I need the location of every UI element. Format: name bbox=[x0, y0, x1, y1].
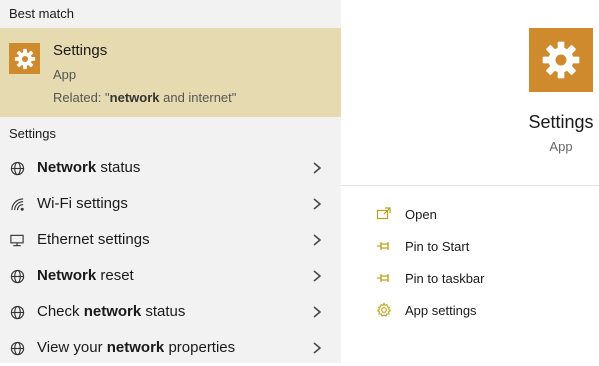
settings-app-icon bbox=[9, 43, 40, 74]
action-app-settings[interactable]: App settings bbox=[341, 296, 599, 326]
best-match-title: Settings bbox=[53, 42, 108, 59]
label-pre: Check bbox=[37, 303, 84, 320]
settings-app-large-icon bbox=[529, 28, 593, 92]
result-network-reset[interactable]: Network reset bbox=[0, 258, 341, 294]
ethernet-icon bbox=[9, 232, 25, 248]
label-bold: network bbox=[83, 303, 142, 320]
globe-icon bbox=[9, 304, 25, 320]
chevron-right-icon[interactable] bbox=[311, 197, 323, 211]
result-view-network-properties[interactable]: View your network properties bbox=[0, 330, 341, 366]
pin-icon bbox=[377, 274, 389, 282]
globe-icon bbox=[9, 340, 25, 356]
action-open[interactable]: Open bbox=[341, 200, 599, 230]
detail-type: App bbox=[549, 139, 573, 154]
detail-title: Settings bbox=[528, 112, 594, 132]
related-suffix: and internet" bbox=[159, 90, 237, 105]
best-match-related: Related: "network and internet" bbox=[53, 90, 236, 105]
chevron-right-icon[interactable] bbox=[311, 305, 323, 319]
gear-icon bbox=[376, 302, 392, 317]
label-post: properties bbox=[164, 339, 236, 356]
wifi-icon bbox=[9, 196, 25, 212]
settings-section-header: Settings bbox=[9, 126, 56, 141]
pin-icon bbox=[377, 242, 389, 250]
chevron-right-icon[interactable] bbox=[311, 341, 323, 355]
result-wifi-settings[interactable]: Wi-Fi settings bbox=[0, 186, 341, 222]
result-label: Wi-Fi settings bbox=[37, 195, 128, 212]
label-bold: network bbox=[106, 339, 165, 356]
action-label: Open bbox=[405, 207, 437, 222]
result-ethernet-settings[interactable]: Ethernet settings bbox=[0, 222, 341, 258]
label-pre: Ethernet settings bbox=[37, 231, 150, 248]
result-label: Ethernet settings bbox=[37, 231, 150, 248]
result-network-status[interactable]: Network status bbox=[0, 150, 341, 186]
chevron-right-icon[interactable] bbox=[311, 233, 323, 247]
best-match-type: App bbox=[53, 67, 77, 82]
result-check-network-status[interactable]: Check network status bbox=[0, 294, 341, 330]
detail-pane: Settings App Open Pin to Start Pin to ta… bbox=[341, 0, 599, 363]
action-pin-to-start[interactable]: Pin to Start bbox=[341, 232, 599, 262]
action-pin-to-taskbar[interactable]: Pin to taskbar bbox=[341, 264, 599, 294]
related-prefix: Related: " bbox=[53, 90, 110, 105]
result-label: Check network status bbox=[37, 303, 185, 320]
label-post: reset bbox=[96, 267, 134, 284]
chevron-right-icon[interactable] bbox=[311, 161, 323, 175]
label-post: status bbox=[141, 303, 186, 320]
result-label: Network reset bbox=[37, 267, 134, 284]
label-post: status bbox=[96, 159, 141, 176]
open-icon bbox=[376, 207, 391, 220]
result-label: Network status bbox=[37, 159, 140, 176]
chevron-right-icon[interactable] bbox=[311, 269, 323, 283]
best-match-header: Best match bbox=[9, 6, 75, 21]
action-label: App settings bbox=[405, 303, 477, 318]
label-pre: View your bbox=[37, 339, 107, 356]
label-bold: Network bbox=[37, 267, 97, 284]
related-bold: network bbox=[109, 90, 160, 105]
result-label: View your network properties bbox=[37, 339, 235, 356]
globe-icon bbox=[9, 268, 25, 284]
globe-icon bbox=[9, 160, 25, 176]
best-match-result[interactable]: Settings App Related: "network and inter… bbox=[0, 28, 341, 117]
label-bold: Network bbox=[37, 159, 97, 176]
action-label: Pin to Start bbox=[405, 239, 470, 254]
label-pre: Wi-Fi settings bbox=[37, 195, 128, 212]
divider bbox=[341, 185, 599, 186]
action-label: Pin to taskbar bbox=[405, 271, 485, 286]
search-results-pane: Best match Settings App Related: "networ… bbox=[0, 0, 341, 363]
